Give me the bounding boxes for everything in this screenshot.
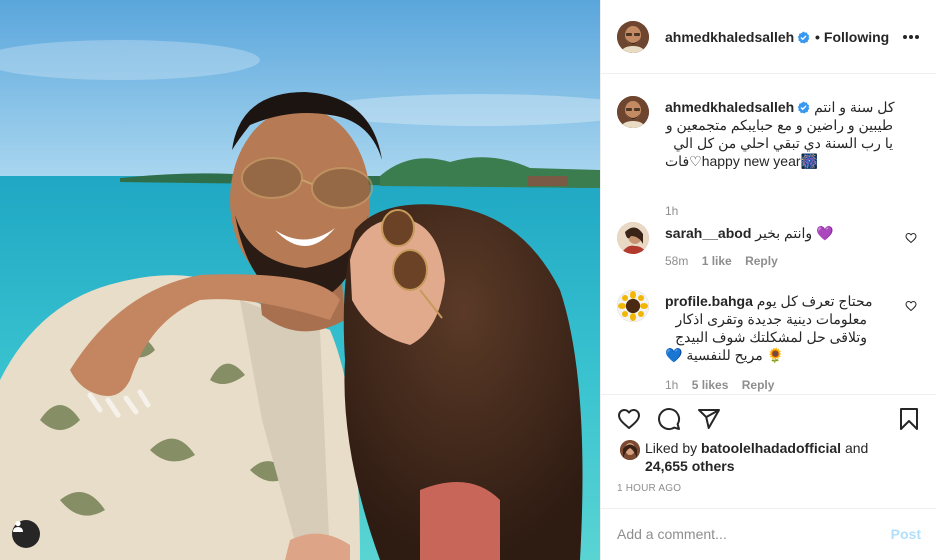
reply-button[interactable]: Reply: [742, 378, 775, 392]
verified-badge-icon: [797, 31, 810, 44]
comment-age[interactable]: 1h: [665, 378, 678, 392]
post-photo-image: [0, 0, 600, 560]
comment-likes[interactable]: 5 likes: [692, 378, 729, 392]
fireworks-emoji-icon: 🎆: [800, 153, 818, 169]
white-heart-icon: ♡: [689, 153, 702, 169]
post-comment-button[interactable]: Post: [891, 526, 921, 542]
share-send-icon[interactable]: [697, 407, 721, 431]
caption-avatar[interactable]: [617, 96, 649, 128]
following-button[interactable]: Following: [824, 29, 889, 45]
reply-button[interactable]: Reply: [745, 254, 778, 268]
comment-line-3: وتلاقى حل لمشكلتك شوف البيدج: [675, 329, 867, 345]
caption-username[interactable]: ahmedkhaledsalleh: [665, 99, 794, 115]
post-header: ahmedkhaledsalleh • Following: [601, 0, 936, 74]
comment-meta: 1h 5 likes Reply: [665, 378, 784, 392]
follow-status[interactable]: • Following: [811, 29, 889, 45]
user-tag-icon[interactable]: [12, 520, 40, 548]
caption-line-2: طيبين و راضين و مع حبايبكم متجمعين و: [665, 117, 893, 133]
post-timestamp[interactable]: 1 HOUR AGO: [617, 483, 681, 494]
sunflower-icon: 🌻: [766, 347, 785, 363]
caption-line-1: كل سنة و انتم: [814, 99, 895, 115]
author-username[interactable]: ahmedkhaledsalleh: [665, 29, 810, 45]
comment-likes[interactable]: 1 like: [702, 254, 732, 268]
likes-text: Liked by batoolelhadadofficial and 24,65…: [645, 439, 905, 475]
comments-list: ahmedkhaledsalleh كل سنة و انتم طيبين و …: [601, 74, 936, 394]
post-photo[interactable]: [0, 0, 600, 560]
comment-like-icon[interactable]: [905, 232, 917, 244]
blue-heart-icon: 💙: [665, 347, 683, 363]
author-username-text[interactable]: ahmedkhaledsalleh: [665, 29, 794, 45]
verified-badge-icon: [797, 101, 810, 114]
action-bar: [601, 394, 936, 440]
comment-age[interactable]: 58m: [665, 254, 688, 268]
add-comment-bar: Post: [601, 508, 936, 560]
comment-line-4: مريح للنفسية: [686, 347, 763, 363]
comment-body: profile.bahga محتاج تعرف كل يوم معلومات …: [665, 292, 901, 364]
caption-line-4a: فات: [665, 153, 690, 169]
purple-heart-icon: 💜: [816, 225, 834, 241]
caption-meta: 1h: [665, 204, 688, 218]
comment-line-2: معلومات دينية جديدة وتقرى اذكار: [675, 311, 867, 327]
comment-body: sarah__abod وانتم بخير 💜: [665, 224, 901, 242]
caption-text: ahmedkhaledsalleh كل سنة و انتم طيبين و …: [665, 98, 901, 170]
comment-avatar[interactable]: [617, 222, 649, 254]
post-side-panel: ahmedkhaledsalleh • Following ahmedkhale…: [600, 0, 936, 560]
comment-bubble-icon[interactable]: [657, 407, 681, 431]
comment-avatar[interactable]: [617, 290, 649, 322]
comment-line-1: محتاج تعرف كل يوم: [756, 293, 873, 309]
add-comment-input[interactable]: [617, 523, 867, 545]
liker-username[interactable]: batoolelhadadofficial: [701, 440, 841, 456]
like-heart-icon[interactable]: [617, 407, 641, 431]
comment-username[interactable]: sarah__abod: [665, 225, 751, 241]
save-bookmark-icon[interactable]: [897, 407, 921, 431]
caption-age[interactable]: 1h: [665, 204, 678, 218]
likes-others-count[interactable]: 24,655 others: [645, 458, 735, 474]
likes-and: and: [844, 440, 869, 456]
more-options-icon[interactable]: [903, 35, 919, 39]
caption-line-3: يا رب السنة دي تبقي احلي من كل الي: [673, 135, 893, 151]
comment-text: وانتم بخير: [755, 225, 813, 241]
author-avatar[interactable]: [617, 21, 649, 53]
liker-avatar[interactable]: [620, 440, 640, 460]
follow-separator: •: [815, 29, 820, 45]
comment-username[interactable]: profile.bahga: [665, 293, 753, 309]
caption-line-4b: happy new year: [701, 153, 801, 169]
comment-meta: 58m 1 like Reply: [665, 254, 788, 268]
likes-prefix: Liked by: [645, 440, 698, 456]
comment-like-icon[interactable]: [905, 300, 917, 312]
